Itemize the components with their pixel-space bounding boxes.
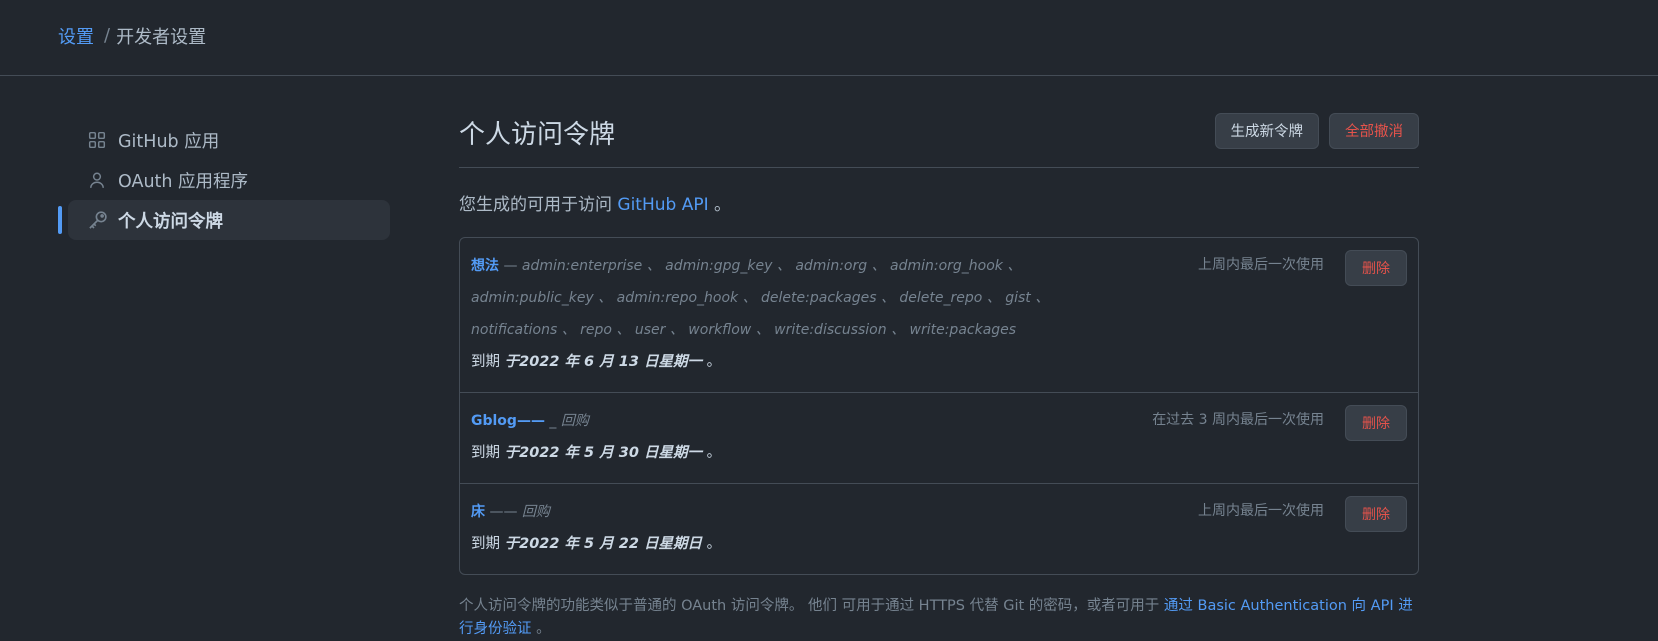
- token-name-link[interactable]: Gblog——: [471, 413, 545, 429]
- sidebar: GitHub 应用 OAuth 应用程序 个人访问令牌: [58, 120, 390, 240]
- note-text: 个人访问令牌的功能类似于普通的 OAuth 访问令牌。 他们 可用于通过 HTT…: [459, 598, 1164, 614]
- delete-token-button[interactable]: 删除: [1345, 496, 1407, 532]
- breadcrumb-separator: /: [104, 25, 111, 46]
- delete-token-button[interactable]: 删除: [1345, 405, 1407, 441]
- header-actions: 生成新令牌 全部撤消: [1214, 112, 1419, 149]
- delete-token-button[interactable]: 删除: [1345, 250, 1407, 286]
- main-content: 个人访问令牌 生成新令牌 全部撤消 您生成的可用于访问 GitHub API 。…: [459, 110, 1419, 641]
- token-last-used: 在过去 3 周内最后一次使用: [1152, 412, 1324, 428]
- key-icon: [88, 210, 108, 230]
- intro-prefix: 您生成的可用于访问: [459, 195, 612, 215]
- token-dash: —: [499, 258, 522, 274]
- sidebar-item-label: 个人访问令牌: [118, 211, 223, 232]
- expires-date: 于2022 年 5 月 30 日星期一: [504, 445, 702, 461]
- token-name-link[interactable]: 床: [471, 504, 485, 520]
- github-api-link[interactable]: GitHub API: [617, 195, 708, 215]
- generate-new-token-button[interactable]: 生成新令牌: [1214, 112, 1319, 149]
- token-dash: ——: [485, 504, 522, 520]
- sidebar-item-personal-access-tokens[interactable]: 个人访问令牌: [58, 200, 390, 240]
- intro-suffix: 。: [708, 195, 732, 215]
- token-name-link[interactable]: 想法: [471, 258, 499, 274]
- intro-text: 您生成的可用于访问 GitHub API 。: [459, 190, 1419, 215]
- token-list: 想法 — admin:enterprise 、 admin:gpg_key 、 …: [459, 237, 1419, 575]
- token-item: 床 —— 回购 到期 于2022 年 5 月 22 日星期日 。 上周内最后一次…: [460, 484, 1418, 574]
- token-scopes: 回购: [521, 504, 550, 520]
- apps-grid-icon: [88, 130, 108, 150]
- token-expiry: 到期 于2022 年 5 月 22 日星期日 。: [471, 528, 1407, 560]
- expires-label: 到期: [471, 445, 500, 461]
- expires-date: 于2022 年 6 月 13 日星期一: [504, 354, 702, 370]
- sidebar-item-oauth-apps[interactable]: OAuth 应用程序: [68, 160, 390, 200]
- token-expiry: 到期 于2022 年 6 月 13 日星期一 。: [471, 346, 1407, 378]
- note-end: 。: [531, 621, 551, 637]
- token-item: Gblog—— _ 回购 到期 于2022 年 5 月 30 日星期一 。 在过…: [460, 393, 1418, 484]
- breadcrumb-settings-link[interactable]: 设置: [58, 23, 94, 49]
- token-description: 床 —— 回购: [471, 496, 1131, 528]
- footer-note: 个人访问令牌的功能类似于普通的 OAuth 访问令牌。 他们 可用于通过 HTT…: [459, 595, 1419, 641]
- token-expiry: 到期 于2022 年 5 月 30 日星期一 。: [471, 437, 1407, 469]
- expires-label: 到期: [471, 354, 500, 370]
- expires-date: 于2022 年 5 月 22 日星期日: [504, 536, 702, 552]
- token-description: Gblog—— _ 回购: [471, 405, 1131, 437]
- breadcrumb: 设置 / 开发者设置: [0, 0, 1658, 76]
- breadcrumb-current: 开发者设置: [116, 26, 207, 48]
- expires-end: 。: [701, 536, 722, 552]
- sidebar-item-github-apps[interactable]: GitHub 应用: [68, 120, 390, 160]
- token-last-used: 上周内最后一次使用: [1198, 503, 1324, 519]
- page-title: 个人访问令牌: [459, 120, 616, 150]
- token-scopes: 回购: [560, 413, 589, 429]
- expires-end: 。: [701, 354, 722, 370]
- sidebar-item-label: GitHub 应用: [118, 131, 220, 152]
- person-icon: [88, 170, 108, 190]
- page-header: 个人访问令牌 生成新令牌 全部撤消: [459, 110, 1419, 168]
- expires-end: 。: [701, 445, 722, 461]
- token-last-used: 上周内最后一次使用: [1198, 257, 1324, 273]
- expires-label: 到期: [471, 536, 500, 552]
- token-description: 想法 — admin:enterprise 、 admin:gpg_key 、 …: [471, 250, 1131, 346]
- sidebar-item-label: OAuth 应用程序: [118, 171, 249, 192]
- token-item: 想法 — admin:enterprise 、 admin:gpg_key 、 …: [460, 238, 1418, 393]
- token-dash: _: [544, 413, 561, 429]
- token-scopes: admin:enterprise 、 admin:gpg_key 、 admin…: [471, 258, 1050, 338]
- revoke-all-button[interactable]: 全部撤消: [1329, 112, 1419, 149]
